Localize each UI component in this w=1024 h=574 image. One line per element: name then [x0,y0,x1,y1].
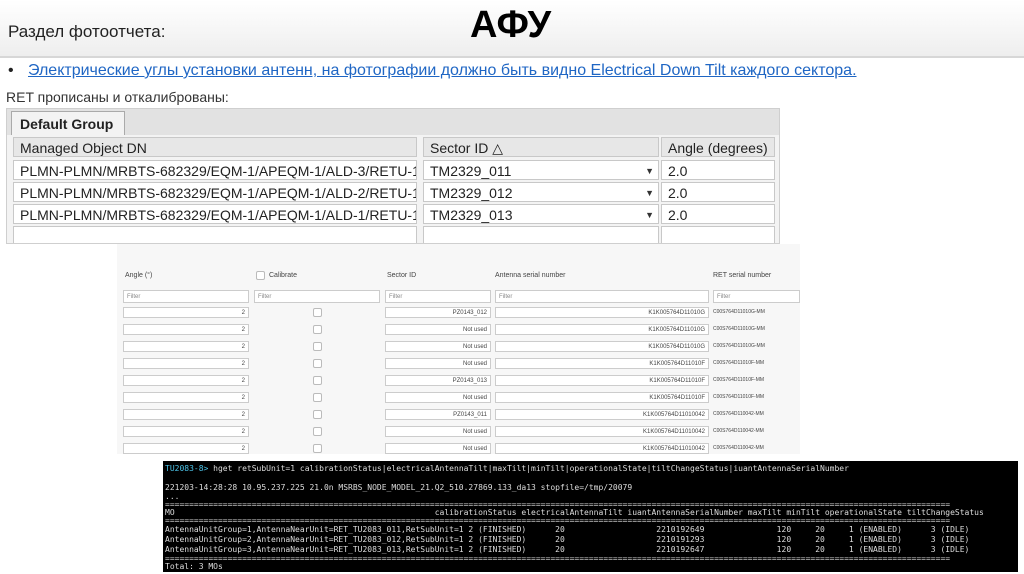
calibrate-checkbox[interactable] [313,325,322,334]
section-label: Раздел фотоотчета: [8,22,166,41]
calibrate-checkbox[interactable] [313,308,322,317]
calibrate-checkbox[interactable] [313,393,322,402]
sector-select[interactable]: Not used [385,341,491,352]
table-cell-sector[interactable]: TM2329_011 ▼ [423,160,659,180]
antenna-serial-input[interactable]: K1K005764D11010G [495,324,709,335]
tab-default-group[interactable]: Default Group [11,111,125,135]
calibrate-checkbox[interactable] [313,342,322,351]
antenna-serial-input[interactable]: K1K005764D11010F [495,375,709,386]
sector-select[interactable]: PZ0143_013 [385,375,491,386]
sector-value: TM2329_013 [430,207,513,223]
terminal-total: Total: 3 MOs [165,562,223,571]
calibrate-checkbox[interactable] [313,427,322,436]
sector-select[interactable]: PZ0143_012 [385,307,491,318]
angle-input[interactable]: 2 [123,409,249,420]
ret-serial: C00S764D11010G-MM [713,326,765,332]
angle-input[interactable]: 2 [123,375,249,386]
sector-select[interactable]: Not used [385,324,491,335]
calibrate-checkbox[interactable] [313,410,322,419]
ret-serial: C00S764D110042-MM [713,428,764,434]
antenna-serial-input[interactable]: K1K005764D11010G [495,307,709,318]
slide-header: Раздел фотоотчета: АФУ [0,0,1024,58]
col-calibrate[interactable]: Calibrate [269,266,297,286]
dropdown-caret-icon[interactable]: ▼ [645,183,654,201]
col-ret-serial[interactable]: RET serial number [713,266,771,286]
dropdown-caret-icon[interactable]: ▼ [645,205,654,223]
table-cell-empty [423,226,659,243]
sector-select[interactable]: Not used [385,426,491,437]
calibrate-all-checkbox[interactable] [256,271,265,280]
filter-sector-input[interactable]: Filter [385,290,491,303]
calibrate-checkbox[interactable] [313,444,322,453]
col-sector-id[interactable]: Sector ID △ [423,137,659,157]
terminal-command-line: TU2083-8> hget retSubUnit=1 calibrationS… [165,464,849,474]
table-cell-mo: PLMN-PLMN/MRBTS-682329/EQM-1/APEQM-1/ALD… [13,204,417,224]
antenna-serial-input[interactable]: K1K005764D11010G [495,341,709,352]
ret-serial: C00S764D11010F-MM [713,360,765,366]
antenna-serial-input[interactable]: K1K005764D11010F [495,392,709,403]
table-cell-mo: PLMN-PLMN/MRBTS-682329/EQM-1/APEQM-1/ALD… [13,182,417,202]
table-cell-empty [13,226,417,243]
terminal-prompt: TU2083-8> [165,464,209,473]
angle-input[interactable]: 2 [123,307,249,318]
ret-caption: RET прописаны и откалиброваны: [6,89,229,105]
terminal-row: AntennaUnitGroup=2,AntennaNearUnit=RET_T… [165,535,970,544]
ret-serial: C00S764D11010F-MM [713,377,765,383]
ret-serial: C00S764D110042-MM [713,445,764,451]
angle-input[interactable]: 2 [123,392,249,403]
terminal-window[interactable]: TU2083-8> hget retSubUnit=1 calibrationS… [163,461,1018,572]
col-angle[interactable]: Angle (°) [125,266,152,286]
angle-input[interactable]: 2 [123,341,249,352]
terminal-command: hget retSubUnit=1 calibrationStatus|elec… [208,464,849,473]
slide-title: АФУ [470,4,552,46]
ret-serial: C00S764D11010G-MM [713,309,765,315]
terminal-info: 221203-14:28:28 10.95.237.225 21.0n MSRB… [165,483,633,492]
ret-serial: C00S764D11010G-MM [713,343,765,349]
bullet-link[interactable]: Электрические углы установки антенн, на … [28,62,857,80]
table-cell-angle: 2.0 [661,160,775,180]
table-cell-sector[interactable]: TM2329_013 ▼ [423,204,659,224]
tab-strip: Default Group [7,109,779,135]
ret-serial: C00S764D110042-MM [713,411,764,417]
filter-calibrate-input[interactable]: Filter [254,290,380,303]
angle-input[interactable]: 2 [123,358,249,369]
sector-select[interactable]: Not used [385,358,491,369]
angle-input[interactable]: 2 [123,324,249,335]
col-sector-id[interactable]: Sector ID [387,266,416,286]
angle-input[interactable]: 2 [123,443,249,454]
col-angle[interactable]: Angle (degrees) [661,137,775,157]
calibrate-checkbox[interactable] [313,359,322,368]
filter-ret-input[interactable]: Filter [713,290,800,303]
col-antenna-serial[interactable]: Antenna serial number [495,266,565,286]
antenna-serial-input[interactable]: K1K005764D11010042 [495,426,709,437]
dropdown-caret-icon[interactable]: ▼ [645,161,654,179]
sector-select[interactable]: Not used [385,392,491,403]
table-cell-empty [661,226,775,243]
sector-value: TM2329_012 [430,185,513,201]
sector-select[interactable]: PZ0143_011 [385,409,491,420]
antenna-serial-input[interactable]: K1K005764D11010F [495,358,709,369]
calibrate-checkbox[interactable] [313,376,322,385]
terminal-row: AntennaUnitGroup=1,AntennaNearUnit=RET_T… [165,525,970,534]
sector-value: TM2329_011 [430,163,512,179]
table-cell-angle: 2.0 [661,204,775,224]
antenna-serial-input[interactable]: K1K005764D11010042 [495,409,709,420]
table-cell-angle: 2.0 [661,182,775,202]
table-cell-sector[interactable]: TM2329_012 ▼ [423,182,659,202]
filter-antenna-input[interactable]: Filter [495,290,709,303]
filter-angle-input[interactable]: Filter [123,290,249,303]
default-group-grid: Default Group Managed Object DN Sector I… [6,108,780,244]
ret-serial: C00S764D11010F-MM [713,394,765,400]
antenna-serial-input[interactable]: K1K005764D11010042 [495,443,709,454]
angle-input[interactable]: 2 [123,426,249,437]
ret-calibration-grid: Angle (°) Calibrate Sector ID Antenna se… [117,244,800,454]
bullet-marker: • [8,62,14,79]
sector-select[interactable]: Not used [385,443,491,454]
terminal-separator: ========================================… [165,554,951,563]
col-managed-object-dn[interactable]: Managed Object DN [13,137,417,157]
table-cell-mo: PLMN-PLMN/MRBTS-682329/EQM-1/APEQM-1/ALD… [13,160,417,180]
